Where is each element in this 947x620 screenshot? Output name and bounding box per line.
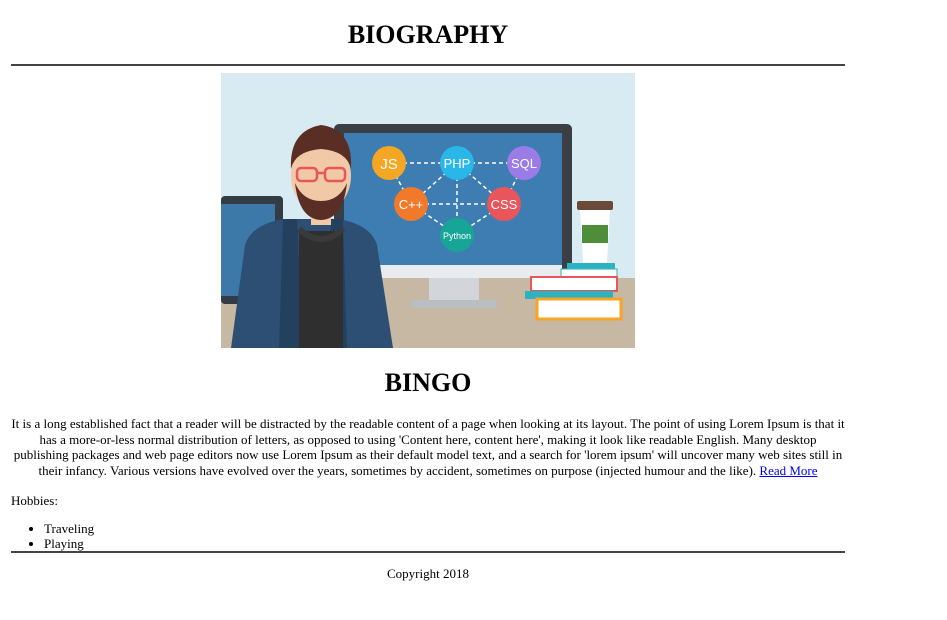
hobby-item: Playing [44,536,845,551]
read-more-link[interactable]: Read More [759,463,817,478]
hobby-item: Traveling [44,521,845,536]
badge-sql: SQL [507,146,541,180]
badge-css: CSS [487,187,521,221]
badge-php: PHP [440,146,474,180]
svg-text:SQL: SQL [511,156,537,171]
monitor-base [411,300,497,308]
bio-paragraph: It is a long established fact that a rea… [11,416,845,478]
svg-text:C++: C++ [399,197,424,212]
svg-text:CSS: CSS [491,197,518,212]
developer-illustration: JS PHP SQL C++ CSS Python [221,73,635,348]
footer-copyright: Copyright 2018 [387,566,469,581]
svg-text:PHP: PHP [444,156,471,171]
svg-text:JS: JS [380,156,398,173]
page: BIOGRAPHY JS PHP SQL C++ CSS Python BING… [0,0,947,620]
badge-cpp: C++ [394,187,428,221]
svg-text:Python: Python [443,231,471,241]
page-title: BIOGRAPHY [347,20,509,49]
bottom-divider [11,551,845,553]
bio-text: It is a long established fact that a rea… [11,416,845,478]
hero-image-wrapper: JS PHP SQL C++ CSS Python [11,73,845,348]
content-column: BIOGRAPHY JS PHP SQL C++ CSS Python BING… [11,0,845,581]
badge-python: Python [440,218,474,252]
profile-name: BINGO [384,368,472,397]
hobbies-label: Hobbies: [11,493,58,508]
top-divider [11,64,845,66]
hobbies-list: Traveling Playing [11,521,845,551]
monitor-neck [429,278,479,300]
badge-js: JS [372,146,406,180]
